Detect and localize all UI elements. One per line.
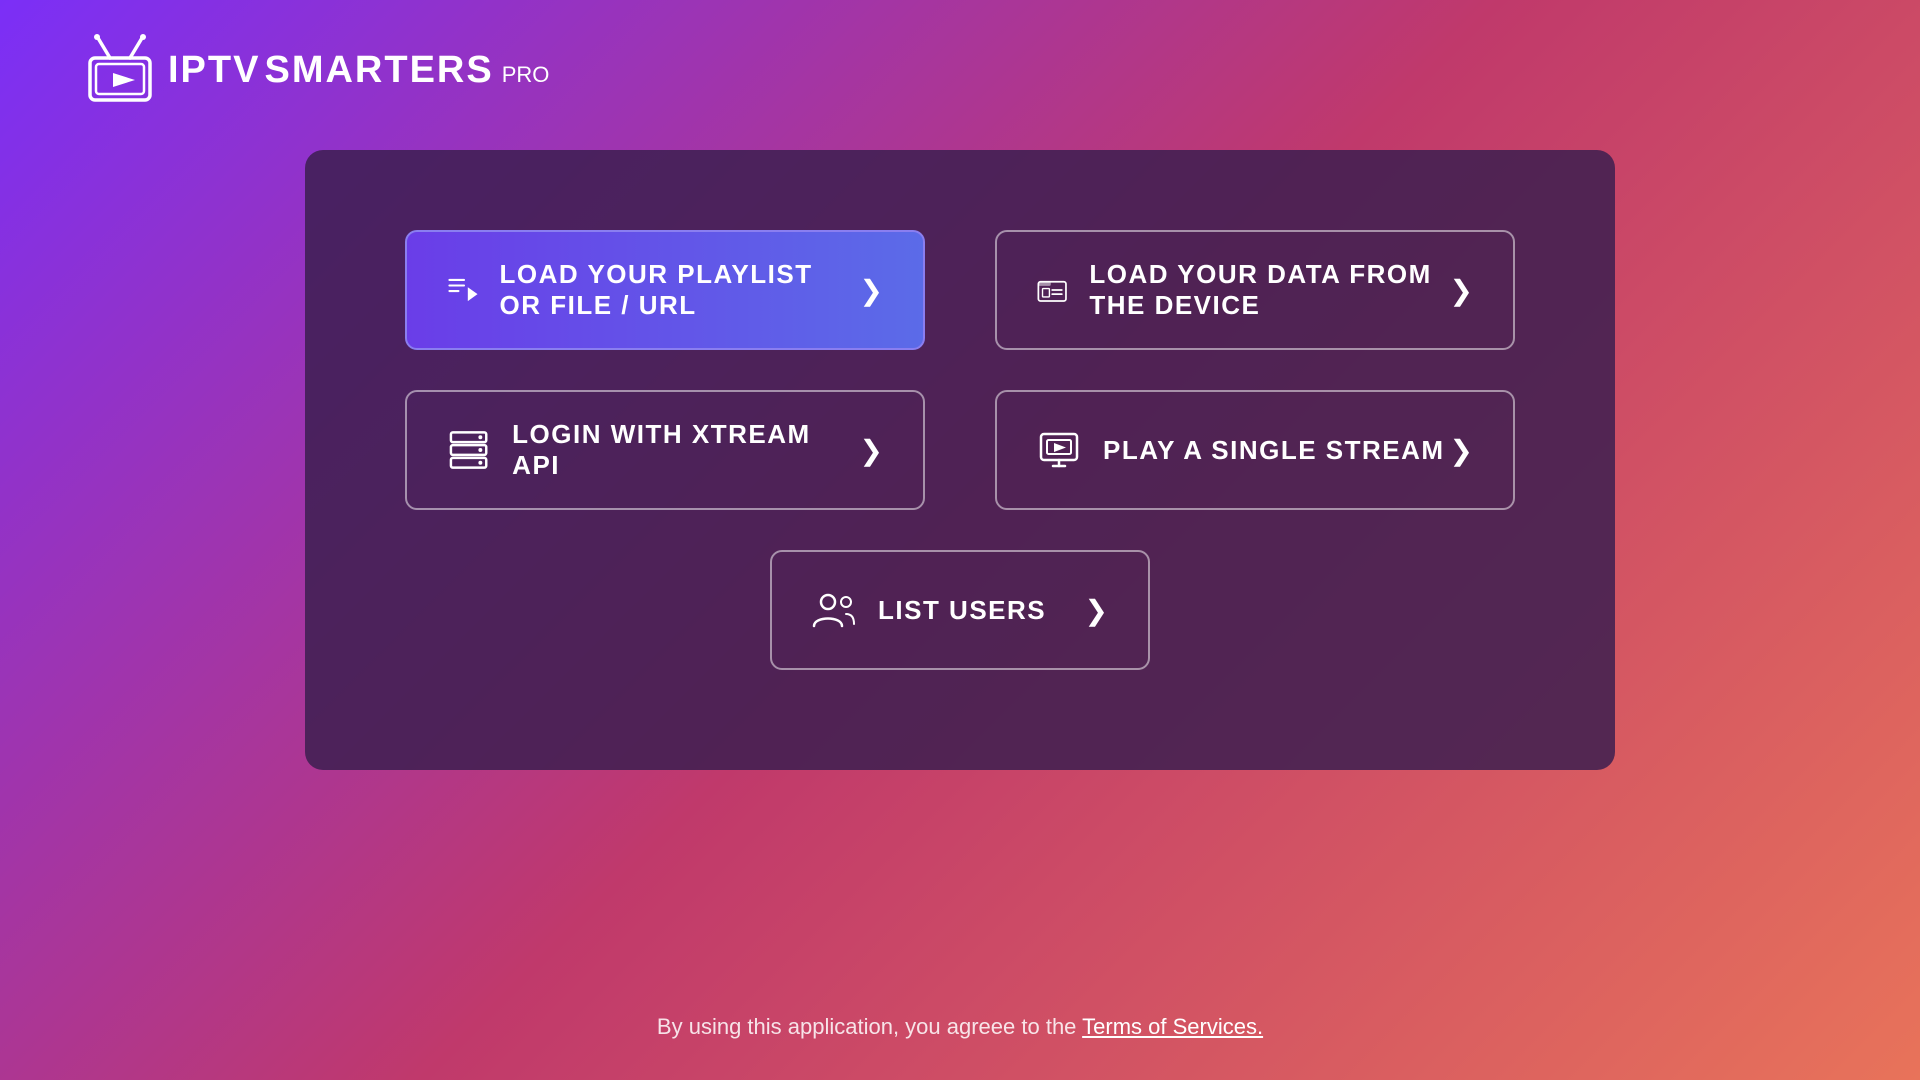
playlist-button-label: LOAD YOUR PLAYLIST OR FILE / URL bbox=[500, 259, 860, 321]
tv-logo-icon bbox=[80, 30, 160, 110]
buttons-row-3: LIST USERS ❯ bbox=[405, 550, 1515, 670]
xtream-icon bbox=[447, 428, 490, 472]
stream-icon bbox=[1037, 428, 1081, 472]
device-icon bbox=[1037, 268, 1067, 312]
xtream-button-arrow: ❯ bbox=[860, 434, 883, 467]
playlist-button-content: LOAD YOUR PLAYLIST OR FILE / URL bbox=[447, 259, 860, 321]
logo: IPTV SMARTERS PRO bbox=[80, 30, 549, 110]
logo-text: IPTV SMARTERS PRO bbox=[168, 49, 549, 92]
users-button-label: LIST USERS bbox=[878, 595, 1046, 626]
xtream-button[interactable]: LOGIN WITH XTREAM API ❯ bbox=[405, 390, 925, 510]
playlist-button[interactable]: LOAD YOUR PLAYLIST OR FILE / URL ❯ bbox=[405, 230, 925, 350]
device-button-label: LOAD YOUR DATA FROM THE DEVICE bbox=[1089, 259, 1449, 321]
device-button[interactable]: LOAD YOUR DATA FROM THE DEVICE ❯ bbox=[995, 230, 1515, 350]
device-button-content: LOAD YOUR DATA FROM THE DEVICE bbox=[1037, 259, 1450, 321]
users-button-content: LIST USERS bbox=[812, 588, 1046, 632]
stream-button-arrow: ❯ bbox=[1450, 434, 1473, 467]
stream-button[interactable]: PLAY A SINGLE STREAM ❯ bbox=[995, 390, 1515, 510]
stream-button-content: PLAY A SINGLE STREAM bbox=[1037, 428, 1445, 472]
users-button[interactable]: LIST USERS ❯ bbox=[770, 550, 1150, 670]
playlist-button-arrow: ❯ bbox=[860, 274, 883, 307]
footer-text: By using this application, you agreee to… bbox=[657, 1014, 1077, 1039]
device-button-arrow: ❯ bbox=[1450, 274, 1473, 307]
xtream-button-label: LOGIN WITH XTREAM API bbox=[512, 419, 859, 481]
buttons-row-2: LOGIN WITH XTREAM API ❯ PLAY A SINGLE ST… bbox=[405, 390, 1515, 510]
logo-smarters: SMARTERS bbox=[264, 49, 493, 92]
logo-pro: PRO bbox=[502, 62, 550, 88]
xtream-button-content: LOGIN WITH XTREAM API bbox=[447, 419, 860, 481]
playlist-icon bbox=[447, 268, 478, 312]
users-button-arrow: ❯ bbox=[1085, 594, 1108, 627]
stream-button-label: PLAY A SINGLE STREAM bbox=[1103, 435, 1445, 466]
logo-iptv: IPTV bbox=[168, 49, 260, 92]
terms-link[interactable]: Terms of Services. bbox=[1082, 1014, 1263, 1039]
footer: By using this application, you agreee to… bbox=[0, 1014, 1920, 1040]
main-card: LOAD YOUR PLAYLIST OR FILE / URL ❯ LOAD … bbox=[305, 150, 1615, 770]
buttons-row-1: LOAD YOUR PLAYLIST OR FILE / URL ❯ LOAD … bbox=[405, 230, 1515, 350]
users-icon bbox=[812, 588, 856, 632]
header: IPTV SMARTERS PRO bbox=[0, 0, 1920, 140]
